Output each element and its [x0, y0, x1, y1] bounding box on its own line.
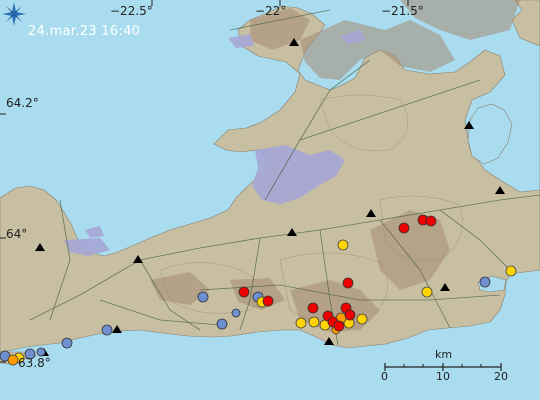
quake-marker	[7, 354, 19, 366]
quake-marker	[479, 276, 491, 288]
scale-tick: 20	[494, 370, 508, 383]
quake-marker	[342, 277, 354, 289]
quake-marker	[61, 337, 73, 349]
scale-bar: km 0 10 20	[380, 348, 510, 388]
quake-marker	[216, 318, 228, 330]
station-triangle	[287, 228, 297, 236]
station-triangle	[289, 38, 299, 46]
quake-marker	[398, 222, 410, 234]
quake-marker	[505, 265, 517, 277]
station-triangle	[440, 283, 450, 291]
timestamp: 24.mar.23 16:40	[28, 24, 141, 39]
quake-marker	[197, 291, 209, 303]
quakes-recent	[238, 214, 437, 332]
quake-marker	[308, 316, 320, 328]
star-logo-icon	[2, 2, 26, 26]
lat-label: 63.8°	[18, 356, 51, 370]
quake-marker	[295, 317, 307, 329]
lon-label: −22°	[255, 4, 287, 18]
quake-marker	[344, 309, 356, 321]
quake-marker	[425, 215, 437, 227]
lon-label: −22.5°	[110, 4, 153, 18]
lat-label: 64°	[6, 227, 28, 241]
quake-marker	[307, 302, 319, 314]
quake-marker	[337, 239, 349, 251]
station-triangle	[35, 243, 45, 251]
lat-label: 64.2°	[6, 96, 39, 110]
quakes-week	[7, 312, 347, 366]
station-triangle	[324, 337, 334, 345]
overlay	[0, 0, 517, 366]
lon-label: −21.5°	[381, 4, 424, 18]
station-triangle	[366, 209, 376, 217]
quake-marker	[238, 286, 250, 298]
quake-marker	[262, 295, 274, 307]
quake-marker	[36, 347, 46, 357]
station-triangle	[464, 121, 474, 129]
quake-marker	[101, 324, 113, 336]
station-markers	[35, 38, 505, 356]
station-triangle	[133, 255, 143, 263]
quake-marker	[356, 313, 368, 325]
station-triangle	[112, 325, 122, 333]
seismic-map: −22.5° −22° −21.5° 64.2° 64° 63.8° 24.ma…	[0, 0, 540, 400]
scale-tick: 0	[381, 370, 388, 383]
quake-marker	[421, 286, 433, 298]
quake-marker	[231, 308, 241, 318]
station-triangle	[495, 186, 505, 194]
scale-tick: 10	[436, 370, 450, 383]
quake-marker	[333, 320, 345, 332]
